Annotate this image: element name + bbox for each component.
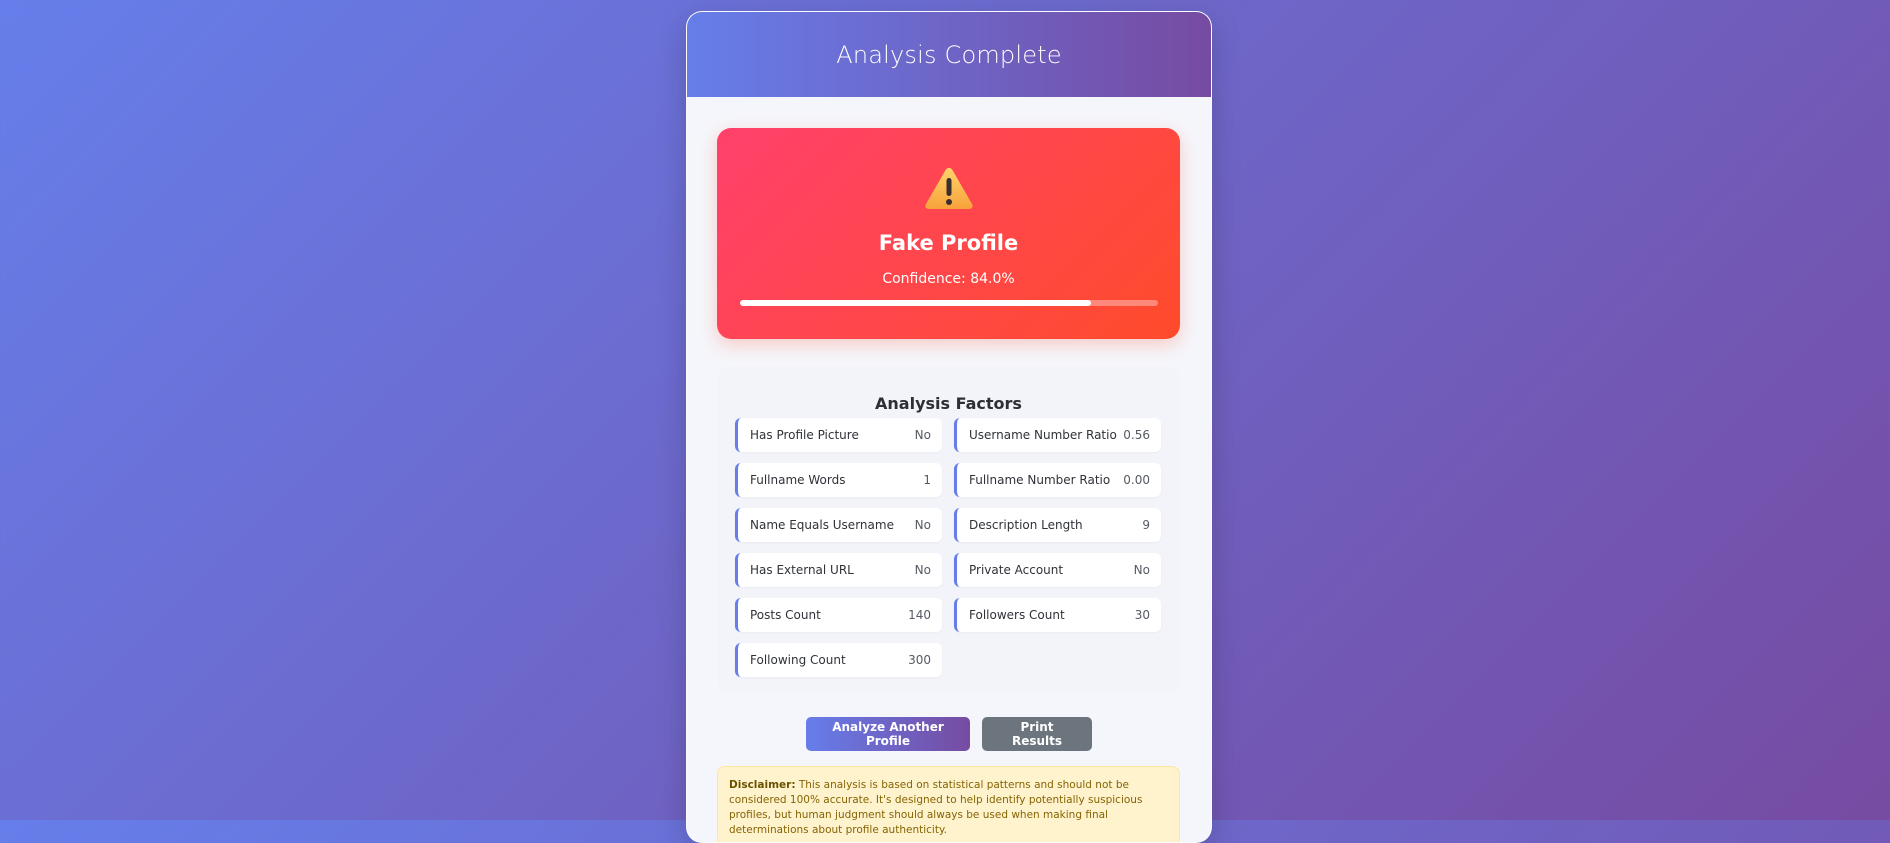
factor-value: 140 [908,608,931,622]
factor-value: No [914,563,931,577]
verdict-panel: Fake Profile Confidence: 84.0% [717,128,1180,339]
factor-value: 1 [923,473,931,487]
factor-label: Fullname Number Ratio [969,473,1111,487]
factor-value: No [914,518,931,532]
factor-fullname-words: Fullname Words 1 [735,463,942,497]
action-buttons: Analyze Another Profile Print Results [687,717,1211,751]
factor-has-external-url: Has External URL No [735,553,942,587]
factor-following-count: Following Count 300 [735,643,942,677]
factor-description-length: Description Length 9 [954,508,1161,542]
factor-label: Followers Count [969,608,1065,622]
factor-label: Following Count [750,653,846,667]
factor-username-number-ratio: Username Number Ratio 0.56 [954,418,1161,452]
verdict-label: Fake Profile [878,231,1019,255]
print-results-button[interactable]: Print Results [982,717,1092,751]
confidence-bar [740,300,1158,306]
factor-has-profile-picture: Has Profile Picture No [735,418,942,452]
analyze-another-profile-button[interactable]: Analyze Another Profile [806,717,970,751]
factor-label: Fullname Words [750,473,846,487]
disclaimer-label: Disclaimer: [729,779,796,791]
factor-label: Posts Count [750,608,821,622]
factor-fullname-number-ratio: Fullname Number Ratio 0.00 [954,463,1161,497]
factor-label: Private Account [969,563,1064,577]
factor-value: 9 [1142,518,1150,532]
factor-private-account: Private Account No [954,553,1161,587]
factor-value: 0.00 [1123,473,1150,487]
factor-value: No [1133,563,1150,577]
factor-value: No [914,428,931,442]
card-header: Analysis Complete [687,12,1211,97]
factor-name-equals-username: Name Equals Username No [735,508,942,542]
factor-label: Username Number Ratio [969,428,1117,442]
factor-value: 300 [908,653,931,667]
factors-grid: Has Profile Picture No Username Number R… [735,418,1162,677]
warning-icon [925,168,973,209]
factor-followers-count: Followers Count 30 [954,598,1161,632]
factor-posts-count: Posts Count 140 [735,598,942,632]
results-card: Analysis Complete Fake Profile Confidenc… [686,11,1212,843]
analysis-factors-panel: Analysis Factors Has Profile Picture No … [717,367,1180,692]
factor-label: Name Equals Username [750,518,894,532]
factor-label: Has Profile Picture [750,428,859,442]
factor-label: Has External URL [750,563,854,577]
confidence-bar-fill [740,300,1092,306]
factor-label: Description Length [969,518,1083,532]
factor-value: 0.56 [1123,428,1150,442]
disclaimer-box: Disclaimer: This analysis is based on st… [717,766,1180,842]
factors-title: Analysis Factors [875,394,1022,413]
page-title: Analysis Complete [836,40,1062,69]
factor-value: 30 [1134,608,1150,622]
confidence-text: Confidence: 84.0% [882,271,1015,287]
